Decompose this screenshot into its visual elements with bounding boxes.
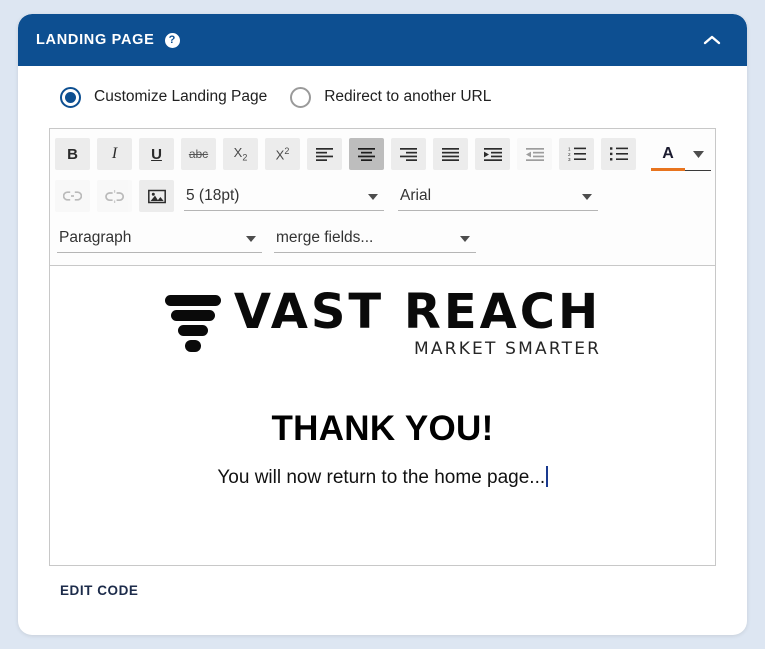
content-paragraph: You will now return to the home page... <box>217 467 546 488</box>
svg-text:2: 2 <box>568 152 571 157</box>
subscript-button[interactable]: X2 <box>223 138 258 170</box>
landing-page-card: LANDING PAGE ? Customize Landing Page Re… <box>18 14 747 635</box>
align-left-button[interactable] <box>307 138 342 170</box>
superscript-button[interactable]: X2 <box>265 138 300 170</box>
radio-label-customize-landing-page: Customize Landing Page <box>94 88 268 105</box>
outdent-button <box>517 138 552 170</box>
font-family-value: Arial <box>400 186 432 204</box>
radio-indicator-selected[interactable] <box>60 86 81 108</box>
editor-toolbar: B I U abc X2 X2 1 2 3 A 5 (18pt) Arial P… <box>50 129 715 266</box>
logo-wordmark-group: VAST REACH MARKET SMARTER <box>234 288 601 359</box>
chevron-down-icon[interactable] <box>368 193 378 200</box>
chevron-down-icon[interactable] <box>246 235 256 242</box>
insert-image-button[interactable] <box>139 180 174 212</box>
svg-text:3: 3 <box>568 157 571 161</box>
indent-button[interactable] <box>475 138 510 170</box>
page-title: LANDING PAGE <box>36 32 155 48</box>
chevron-up-icon[interactable] <box>699 27 725 53</box>
logo-wordmark: VAST REACH <box>233 284 602 340</box>
align-center-button[interactable] <box>349 138 384 170</box>
text-cursor-icon <box>546 466 548 487</box>
svg-text:1: 1 <box>568 147 571 151</box>
underline-button[interactable]: U <box>139 138 174 170</box>
numbered-list-button[interactable]: 1 2 3 <box>559 138 594 170</box>
font-color-control: A <box>651 137 711 171</box>
align-right-button[interactable] <box>391 138 426 170</box>
content-heading: THANK YOU! <box>271 409 494 448</box>
card-header: LANDING PAGE ? <box>18 14 747 66</box>
editor-content-area[interactable]: VAST REACH MARKET SMARTER THANK YOU! You… <box>50 266 715 565</box>
bold-button[interactable]: B <box>55 138 90 170</box>
vast-reach-logo: VAST REACH MARKET SMARTER <box>60 288 705 359</box>
app-root: LANDING PAGE ? Customize Landing Page Re… <box>0 0 765 649</box>
merge-fields-select[interactable]: merge fields... <box>274 223 476 253</box>
insert-link-button <box>55 180 90 212</box>
toolbar-row-styles: Paragraph merge fields... <box>52 217 713 259</box>
remove-link-button <box>97 180 132 212</box>
font-family-select[interactable]: Arial <box>398 181 598 211</box>
content-paragraph-wrapper: You will now return to the home page... <box>217 466 548 489</box>
funnel-icon <box>164 293 222 355</box>
font-size-value: 5 (18pt) <box>186 186 240 204</box>
card-body: Customize Landing Page Redirect to anoth… <box>18 66 747 600</box>
paragraph-style-select[interactable]: Paragraph <box>57 223 262 253</box>
toolbar-row-insert: 5 (18pt) Arial <box>52 175 713 217</box>
radio-indicator-unselected[interactable] <box>290 86 312 108</box>
toolbar-row-formatting: B I U abc X2 X2 1 2 3 A <box>52 133 713 175</box>
radio-option-customize-landing-page[interactable]: Customize Landing Page <box>60 86 268 108</box>
logo-tagline: MARKET SMARTER <box>413 339 602 359</box>
radio-label-redirect-url: Redirect to another URL <box>324 88 492 105</box>
rich-text-editor: B I U abc X2 X2 1 2 3 A 5 (18pt) Arial P… <box>49 128 716 566</box>
strikethrough-button[interactable]: abc <box>181 138 216 170</box>
bullet-list-button[interactable] <box>601 138 636 170</box>
paragraph-style-value: Paragraph <box>59 228 132 246</box>
font-color-caret-down-icon[interactable] <box>685 139 711 171</box>
question-mark-circle-icon[interactable]: ? <box>164 32 180 48</box>
italic-button[interactable]: I <box>97 138 132 170</box>
landing-page-mode-options: Customize Landing Page Redirect to anoth… <box>49 66 716 128</box>
chevron-down-icon[interactable] <box>460 235 470 242</box>
font-color-button[interactable]: A <box>651 139 685 171</box>
edit-code-button[interactable]: EDIT CODE <box>49 566 138 598</box>
font-size-select[interactable]: 5 (18pt) <box>184 181 384 211</box>
align-justify-button[interactable] <box>433 138 468 170</box>
merge-fields-value: merge fields... <box>276 228 374 246</box>
radio-option-redirect-url[interactable]: Redirect to another URL <box>290 86 492 108</box>
chevron-down-icon[interactable] <box>582 193 592 200</box>
